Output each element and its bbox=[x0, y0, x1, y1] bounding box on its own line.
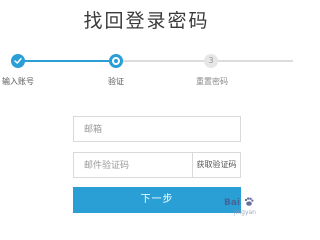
step-label-enter-account: 输入账号 bbox=[2, 77, 34, 86]
email-field[interactable] bbox=[74, 118, 240, 142]
baidu-paw-icon bbox=[244, 197, 254, 207]
code-field-wrapper bbox=[73, 152, 193, 178]
get-code-button[interactable]: 获取验证码 bbox=[192, 152, 241, 178]
step-connector-tail bbox=[212, 60, 293, 62]
step-label-verify: 验证 bbox=[108, 77, 124, 86]
step-number-badge: 3 bbox=[204, 54, 218, 68]
next-step-button[interactable]: 下一步 bbox=[73, 187, 241, 213]
step-label-reset-password: 重置密码 bbox=[196, 77, 228, 86]
page-title: 找回登录密码 bbox=[83, 10, 210, 32]
check-icon bbox=[11, 54, 25, 68]
email-code-field[interactable] bbox=[74, 154, 193, 178]
step-connector-completed bbox=[18, 60, 116, 62]
step-connector-pending bbox=[116, 60, 212, 62]
email-field-wrapper bbox=[73, 116, 241, 142]
step-active-indicator bbox=[109, 54, 123, 68]
step-progress: 3 输入账号 验证 重置密码 bbox=[0, 52, 293, 92]
